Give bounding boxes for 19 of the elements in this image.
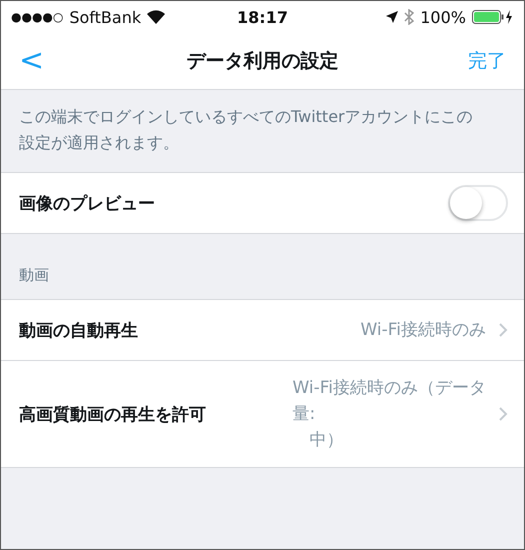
setting-label: 画像のプレビュー <box>19 192 155 214</box>
setting-label: 高画質動画の再生を許可 <box>19 404 206 426</box>
settings-row[interactable]: 動画の自動再生 Wi-Fi接続時のみ <box>1 300 524 361</box>
bluetooth-icon <box>404 9 414 25</box>
location-arrow-icon <box>386 11 398 23</box>
battery-percentage: 100% <box>420 8 466 26</box>
wifi-icon <box>147 10 166 24</box>
setting-value: Wi-Fi接続時のみ <box>360 319 486 342</box>
setting-value: Wi-Fi接続時のみ（データ 量: 中） <box>292 377 486 452</box>
chevron-right-icon <box>498 406 508 422</box>
settings-row[interactable]: 高画質動画の再生を許可 Wi-Fi接続時のみ（データ 量: 中） <box>1 361 524 468</box>
chevron-right-icon <box>498 322 508 338</box>
signal-strength: ●●●●○ <box>11 10 64 24</box>
setting-label: 動画の自動再生 <box>19 320 138 342</box>
screen-title: データ利用の設定 <box>186 49 338 74</box>
status-time: 18:17 <box>237 8 288 26</box>
battery-charging-icon <box>472 9 514 25</box>
carrier-name: SoftBank <box>69 8 142 26</box>
toggle-switch[interactable] <box>448 185 508 221</box>
